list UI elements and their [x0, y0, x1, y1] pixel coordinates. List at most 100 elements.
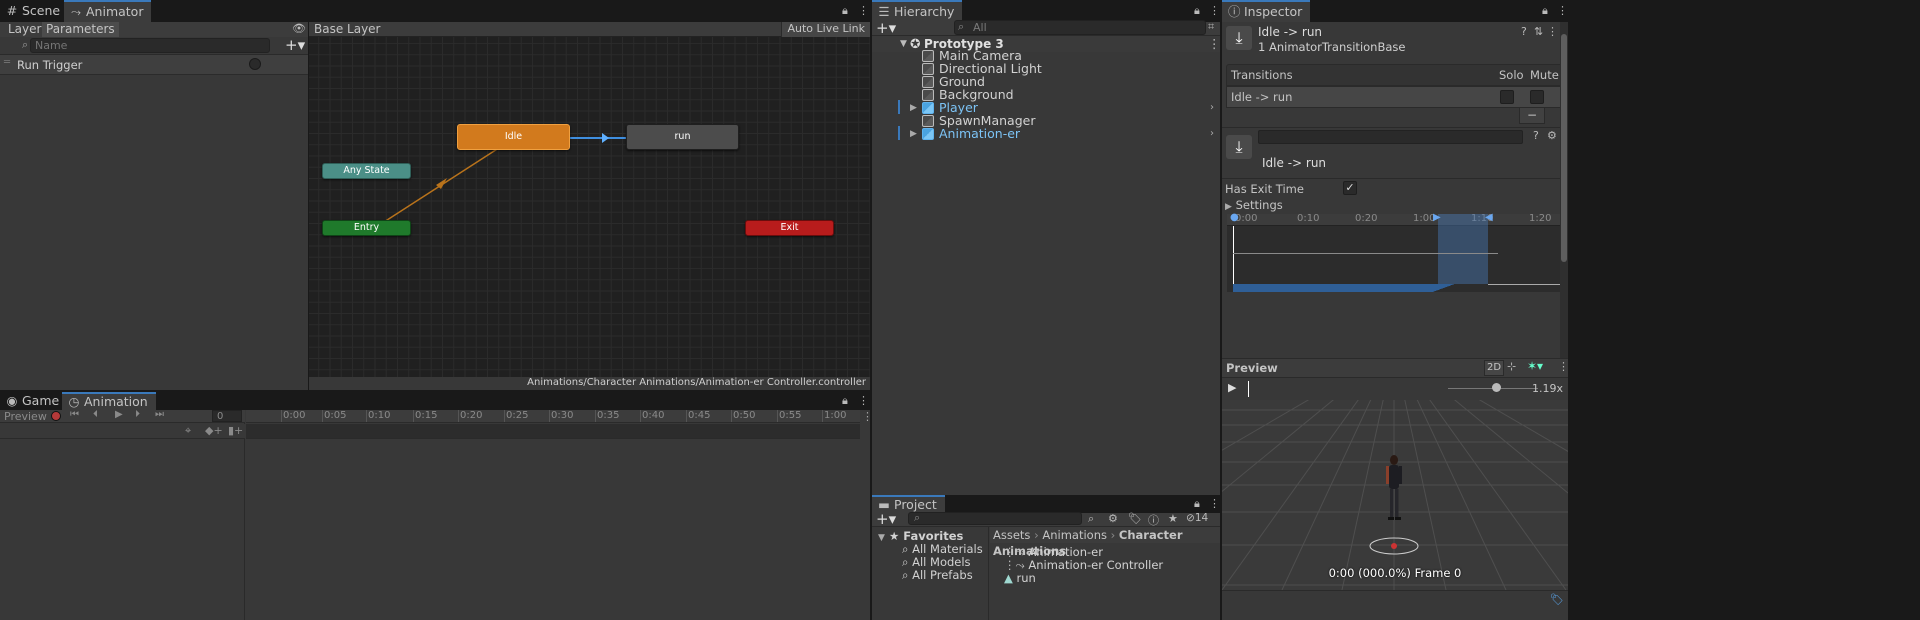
- tab-animation[interactable]: ◷ Animation: [62, 392, 156, 410]
- asset-breadcrumb: Assets › Animations › Character Animatio…: [990, 527, 1220, 558]
- state-any-state[interactable]: Any State: [322, 163, 411, 179]
- lock-icon[interactable]: 🔒︎: [842, 394, 848, 408]
- remove-transition-button[interactable]: −: [1519, 108, 1545, 124]
- transition-title: Idle -> run: [1262, 156, 1327, 170]
- tab-inspector[interactable]: ⓘ Inspector: [1222, 0, 1311, 22]
- preset-icon[interactable]: ⇅: [1534, 25, 1543, 38]
- settings-gear-icon[interactable]: ⚙: [1547, 129, 1557, 142]
- preview-toggle[interactable]: Preview: [4, 410, 47, 423]
- add-event-icon[interactable]: ▮+: [228, 424, 243, 437]
- kebab-menu-icon[interactable]: ⋮: [1547, 25, 1558, 38]
- chevron-right-icon[interactable]: ›: [1210, 126, 1214, 142]
- tab-scene[interactable]: # Scene: [0, 0, 68, 22]
- auto-live-link-button[interactable]: Auto Live Link: [781, 22, 870, 37]
- transition-start-marker-icon[interactable]: ▶: [1433, 212, 1441, 223]
- lock-icon[interactable]: 🔒︎: [1194, 497, 1200, 511]
- create-icon[interactable]: +▾: [876, 19, 896, 37]
- event-track[interactable]: [246, 424, 860, 439]
- parameter-search-input[interactable]: [30, 38, 270, 53]
- breadcrumb-item[interactable]: Assets: [993, 528, 1030, 542]
- solo-checkbox[interactable]: [1500, 90, 1514, 104]
- label-icon[interactable]: 🏷︎: [1128, 512, 1142, 525]
- last-keyframe-icon[interactable]: ⏭: [155, 409, 164, 420]
- timeline-ruler[interactable]: 0:00 0:05 0:10 0:15 0:20 0:25 0:30 0:35 …: [246, 410, 860, 423]
- settings-foldout[interactable]: ▶ Settings: [1225, 198, 1283, 212]
- preview-playhead[interactable]: [1248, 381, 1249, 397]
- first-keyframe-icon[interactable]: ⏮: [70, 409, 79, 420]
- state-entry[interactable]: Entry: [322, 220, 411, 236]
- speed-slider-thumb[interactable]: [1492, 383, 1501, 392]
- breadcrumb[interactable]: Base Layer: [314, 22, 381, 37]
- has-exit-time-checkbox[interactable]: ✓: [1343, 181, 1357, 195]
- favorite-icon[interactable]: ★: [1168, 512, 1178, 525]
- search-by-type-icon[interactable]: ⌕: [1088, 512, 1094, 526]
- asset-label-icon[interactable]: 🏷︎: [1550, 593, 1564, 606]
- mute-checkbox[interactable]: [1530, 90, 1544, 104]
- transition-name-input[interactable]: [1258, 130, 1523, 144]
- lock-icon[interactable]: 🔒︎: [1194, 4, 1200, 18]
- tab-animator[interactable]: ⤳ Animator: [64, 0, 152, 22]
- state-run[interactable]: run: [626, 124, 739, 150]
- add-parameter-icon[interactable]: +▾: [285, 36, 305, 54]
- root-marker: [1391, 543, 1397, 549]
- hierarchy-item-animation-er[interactable]: ▶ Animation-er ›: [872, 126, 1220, 142]
- kebab-menu-icon[interactable]: ⋮: [1209, 497, 1220, 510]
- parameter-name[interactable]: Run Trigger: [17, 58, 82, 72]
- next-keyframe-icon[interactable]: ⏵: [135, 409, 140, 420]
- breadcrumb-item[interactable]: Animations: [1042, 528, 1107, 542]
- transition-timeline[interactable]: 0:00 0:10 0:20 1:00 1:10 1:20 ▶ ◀ ●: [1227, 212, 1565, 292]
- play-icon[interactable]: ▶: [115, 409, 123, 420]
- record-button[interactable]: [51, 411, 61, 421]
- kebab-menu-icon[interactable]: ⋮: [1209, 4, 1220, 17]
- inspector-scrollbar[interactable]: [1560, 22, 1568, 377]
- zoom-value: 1.19x: [1532, 382, 1564, 395]
- playhead-marker-icon[interactable]: ●: [1230, 212, 1239, 223]
- preview-viewport[interactable]: 0:00 (000.0%) Frame 0: [1222, 400, 1568, 590]
- hierarchy-panel: +▾ All ⌕ ⌗ ▼ ✪ Prototype 3 ⋮ Main Camera…: [872, 19, 1221, 495]
- search-options-icon[interactable]: ⌗: [1208, 20, 1214, 34]
- help-icon[interactable]: ?: [1521, 25, 1527, 38]
- transition-end-marker-icon[interactable]: ◀: [1485, 212, 1493, 223]
- state-idle[interactable]: Idle: [457, 124, 570, 150]
- kebab-menu-icon[interactable]: ⋮: [1557, 4, 1568, 17]
- gamepad-icon: ◉: [6, 393, 18, 408]
- pivot-icon[interactable]: ⊹: [1507, 360, 1516, 373]
- animation-properties: Preview ⏮ ⏴ ▶ ⏵ ⏭ ⌖ ◆+ ▮+: [0, 409, 245, 620]
- kebab-menu-icon[interactable]: ⋮: [858, 4, 869, 17]
- previous-keyframe-icon[interactable]: ⏴: [93, 409, 98, 420]
- avatar-icon[interactable]: ✶▾: [1527, 359, 1543, 373]
- preview-status: 0:00 (000.0%) Frame 0: [1328, 566, 1462, 580]
- tab-parameters[interactable]: Parameters: [42, 22, 119, 37]
- playhead[interactable]: [1233, 226, 1234, 292]
- hidden-packages-icon[interactable]: ⊘14: [1186, 512, 1208, 524]
- asset-item[interactable]: ▲ run: [990, 570, 1220, 586]
- create-icon[interactable]: +▾: [876, 510, 896, 528]
- favorite-item[interactable]: ⌕ All Prefabs: [872, 567, 988, 583]
- expand-arrow-icon[interactable]: ▶: [910, 126, 917, 142]
- mode-2d-button[interactable]: 2D: [1484, 360, 1504, 376]
- project-search-input[interactable]: [908, 512, 1082, 525]
- lock-icon[interactable]: 🔒︎: [842, 4, 848, 18]
- drag-handle-icon[interactable]: ═: [4, 57, 10, 68]
- trigger-toggle[interactable]: [249, 58, 261, 70]
- kebab-menu-icon[interactable]: ⋮: [1558, 360, 1569, 373]
- warning-icon[interactable]: ⓘ: [1148, 512, 1159, 528]
- state-machine-graph[interactable]: Idle run Any State Entry Exit: [309, 37, 870, 377]
- expand-arrow-icon[interactable]: ▶: [1225, 202, 1232, 212]
- hierarchy-search-input[interactable]: All: [954, 20, 1206, 35]
- add-keyframe-icon[interactable]: ◆+: [205, 424, 223, 437]
- state-exit[interactable]: Exit: [745, 220, 834, 236]
- play-icon[interactable]: ▶: [1228, 381, 1236, 394]
- kebab-menu-icon[interactable]: ⋮: [858, 394, 869, 407]
- lock-icon[interactable]: 🔒︎: [1542, 4, 1548, 18]
- eye-icon[interactable]: 👁︎: [292, 22, 306, 35]
- filter-icon[interactable]: ⚙: [1108, 512, 1118, 525]
- parameters-panel: Layers Parameters 👁︎ ⌕ +▾ ═ Run Trigger: [0, 22, 308, 390]
- parameter-row[interactable]: ═ Run Trigger: [0, 55, 308, 75]
- transition-row[interactable]: Idle -> run: [1226, 86, 1565, 108]
- frame-input[interactable]: [212, 410, 242, 422]
- help-icon[interactable]: ?: [1533, 129, 1539, 142]
- tab-game[interactable]: ◉ Game: [0, 392, 67, 410]
- object-name: Idle -> run: [1258, 25, 1323, 39]
- filter-by-selection-icon[interactable]: ⌖: [185, 424, 191, 438]
